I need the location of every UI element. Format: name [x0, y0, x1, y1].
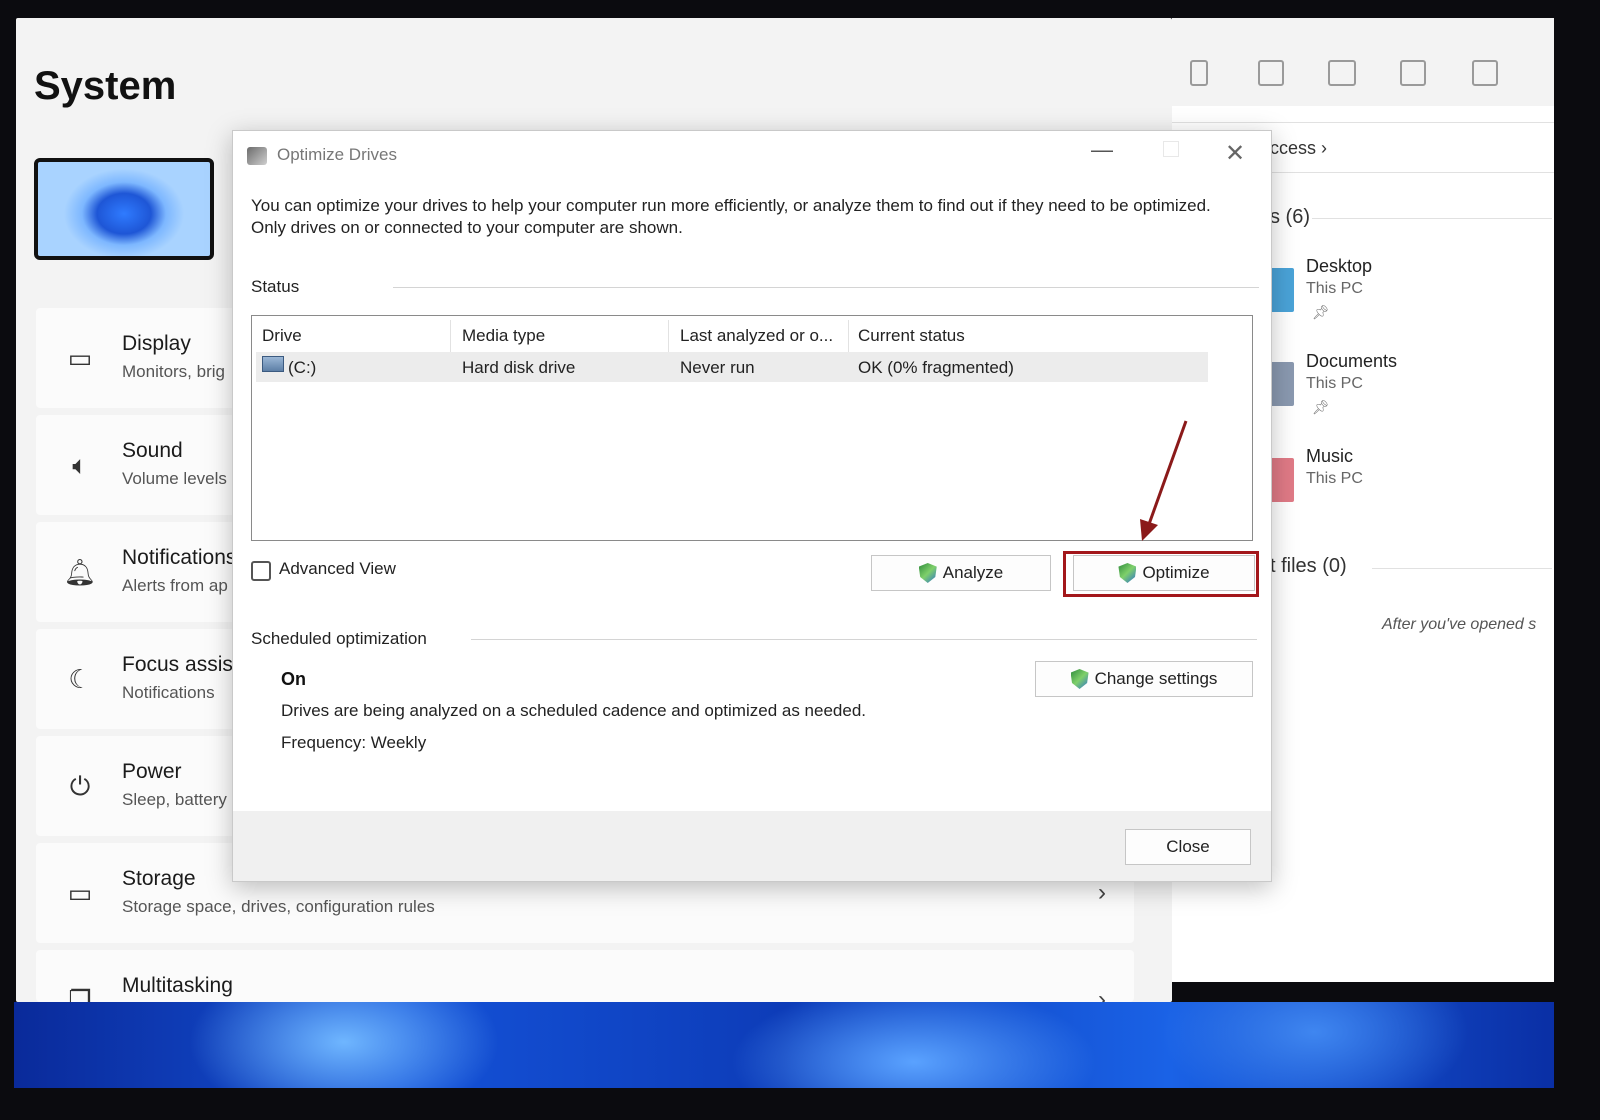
column-header-last-analyzed[interactable]: Last analyzed or o...	[680, 326, 833, 346]
power-icon: ⏻	[69, 771, 91, 801]
desktop-wallpaper	[14, 1002, 1554, 1088]
settings-item-subtitle: Volume levels	[122, 469, 227, 488]
copy-icon[interactable]	[1328, 60, 1356, 86]
change-settings-button-label: Change settings	[1094, 669, 1218, 688]
speaker-icon: 🔈︎	[72, 450, 88, 480]
settings-item-title: Focus assist	[122, 653, 239, 676]
folder-item-location: This PC	[1306, 280, 1363, 297]
folder-item-title[interactable]: Desktop	[1306, 256, 1372, 277]
media-type-cell: Hard disk drive	[462, 358, 576, 377]
recent-files-empty-note: After you've opened s	[1382, 616, 1537, 633]
settings-item-subtitle: Monitors, brig	[122, 362, 225, 381]
settings-item-title: Power	[122, 760, 182, 783]
settings-item-title: Multitasking	[122, 974, 233, 997]
folder-icon	[1270, 268, 1294, 312]
folder-item-title[interactable]: Documents	[1306, 351, 1397, 372]
analyze-button-label: Analyze	[942, 563, 1004, 582]
quick-access-heading[interactable]: s (6)	[1270, 206, 1310, 229]
last-analyzed-cell: Never run	[680, 358, 755, 377]
drive-cell: (C:)	[288, 358, 317, 377]
status-group-label: Status	[251, 277, 300, 296]
chevron-right-icon: ›	[1098, 986, 1106, 1002]
dialog-footer: Close	[233, 811, 1271, 881]
advanced-view-label[interactable]: Advanced View	[279, 559, 396, 579]
close-icon[interactable]: ✕	[1225, 139, 1245, 168]
bell-icon: 🔔︎	[63, 557, 97, 587]
pin-icon: 📌︎	[1312, 304, 1330, 320]
divider	[1172, 122, 1554, 123]
moon-icon: ☾	[68, 664, 92, 694]
settings-item-subtitle: Alerts from ap	[122, 576, 228, 595]
cut-icon[interactable]	[1258, 60, 1284, 86]
settings-item-title: Notifications	[122, 546, 237, 569]
column-header-drive[interactable]: Drive	[262, 326, 302, 346]
divider	[393, 287, 1259, 288]
folder-item-title[interactable]: Music	[1306, 446, 1353, 467]
column-header-media-type[interactable]: Media type	[462, 326, 545, 346]
settings-item-subtitle: Notifications	[122, 683, 215, 702]
schedule-frequency: Frequency: Weekly	[281, 733, 427, 752]
column-separator[interactable]	[668, 320, 669, 352]
maximize-icon	[1163, 141, 1179, 157]
dialog-title: Optimize Drives	[277, 145, 397, 164]
folder-icon	[1270, 458, 1294, 502]
optimize-highlight-box	[1063, 551, 1259, 597]
current-status-cell: OK (0% fragmented)	[858, 358, 1014, 377]
paste-icon[interactable]	[1400, 60, 1426, 86]
schedule-description: Drives are being analyzed on a scheduled…	[281, 701, 867, 720]
settings-item-title: Sound	[122, 439, 183, 462]
settings-item-title: Display	[122, 332, 191, 355]
uac-shield-icon	[918, 563, 937, 583]
change-settings-button[interactable]: Change settings	[1035, 661, 1253, 697]
drives-list[interactable]: Drive Media type Last analyzed or o... C…	[251, 315, 1253, 541]
folder-icon	[1270, 362, 1294, 406]
minimize-icon[interactable]: —	[1091, 137, 1113, 163]
uac-shield-icon	[1070, 669, 1089, 689]
divider	[1312, 218, 1552, 219]
dialog-description: You can optimize your drives to help you…	[251, 196, 1211, 237]
scheduled-optimization-label: Scheduled optimization	[251, 629, 427, 648]
drives-list-header: Drive Media type Last analyzed or o... C…	[252, 316, 1208, 352]
hard-drive-icon	[262, 356, 284, 372]
storage-icon: ▭	[67, 878, 93, 908]
folder-item-location: This PC	[1306, 470, 1363, 487]
divider	[1372, 568, 1552, 569]
explorer-toolbar	[1172, 18, 1554, 106]
advanced-view-checkbox[interactable]	[251, 561, 271, 581]
table-row[interactable]: (C:) Hard disk drive Never run OK (0% fr…	[256, 352, 1208, 382]
column-header-current-status[interactable]: Current status	[858, 326, 965, 346]
monitor-icon: ▭	[67, 343, 93, 373]
settings-item-subtitle: Sleep, battery	[122, 790, 227, 809]
divider	[471, 639, 1257, 640]
settings-item-subtitle: Storage space, drives, configuration rul…	[122, 897, 435, 916]
defrag-app-icon	[247, 147, 267, 165]
close-button[interactable]: Close	[1125, 829, 1251, 865]
schedule-state: On	[281, 669, 306, 689]
annotation-arrow-icon	[1140, 420, 1188, 541]
breadcrumb[interactable]: ccess ›	[1270, 138, 1327, 159]
column-separator[interactable]	[848, 320, 849, 352]
multitasking-icon: ❐	[68, 985, 92, 1002]
optimize-drives-dialog: Optimize Drives — ✕ You can optimize you…	[232, 130, 1272, 882]
folder-item-location: This PC	[1306, 375, 1363, 392]
chevron-right-icon: ›	[1098, 879, 1106, 906]
desktop-preview-thumbnail[interactable]	[34, 158, 214, 260]
page-title: System	[34, 64, 177, 108]
analyze-button[interactable]: Analyze	[871, 555, 1051, 591]
pin-icon: 📌︎	[1312, 399, 1330, 415]
settings-item-multitasking[interactable]: ❐ Multitasking ›	[36, 950, 1134, 1002]
column-separator[interactable]	[450, 320, 451, 352]
recent-files-heading[interactable]: t files (0)	[1270, 555, 1347, 578]
settings-item-title: Storage	[122, 867, 196, 890]
new-icon[interactable]	[1190, 60, 1208, 86]
rename-icon[interactable]	[1472, 60, 1498, 86]
close-button-label: Close	[1166, 837, 1210, 856]
